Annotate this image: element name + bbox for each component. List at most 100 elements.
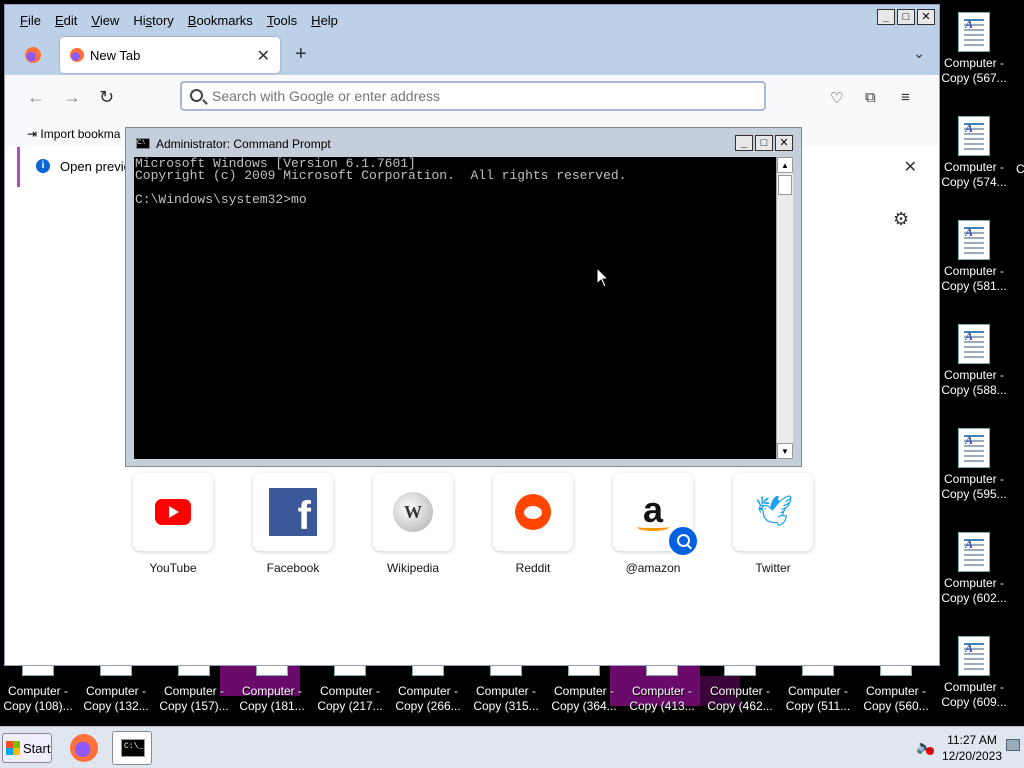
reload-button[interactable]: ↻ [99, 87, 114, 108]
scroll-down-icon[interactable]: ▼ [777, 443, 793, 459]
top-site-reddit[interactable]: Reddit [493, 473, 573, 575]
desktop-icon-label: Computer - [943, 472, 1005, 486]
top-site-label: @amazon [625, 561, 681, 575]
menu-tools[interactable]: Tools [260, 11, 304, 30]
extensions-icon[interactable]: ⧉ [865, 89, 876, 106]
desktop-icon-label: Copy (181... [239, 699, 305, 713]
navigation-toolbar: ← → ↻ ♡ ⧉ ≡ [5, 75, 939, 119]
windows-logo-icon [6, 741, 20, 755]
close-button[interactable]: ✕ [775, 135, 793, 151]
minimize-button[interactable]: _ [877, 9, 895, 25]
cmd-title: Administrator: Command Prompt [156, 137, 331, 151]
menu-view[interactable]: View [84, 11, 126, 30]
desktop-icon[interactable]: Computer - Copy (157)... [159, 666, 229, 714]
top-site-wikipedia[interactable]: W Wikipedia [373, 473, 453, 575]
desktop-icon-label: Computer - [163, 684, 225, 698]
desktop-icon[interactable]: Computer - Copy (266... [393, 666, 463, 714]
document-icon [178, 666, 210, 676]
document-icon [958, 324, 990, 364]
desktop-icon[interactable]: Computer - Copy (181... [237, 666, 307, 714]
cmd-titlebar[interactable]: C:\ Administrator: Command Prompt _ □ ✕ [126, 128, 801, 156]
desktop-icon-label: Computer - [7, 684, 69, 698]
document-icon [490, 666, 522, 676]
desktop-icon[interactable]: Computer - Copy (108)... [3, 666, 73, 714]
taskbar-firefox[interactable] [64, 731, 104, 765]
desktop-icon[interactable]: Computer - Copy (560... [861, 666, 931, 714]
firefox-titlebar: File Edit View History Bookmarks Tools H… [5, 5, 939, 75]
taskbar-cmd[interactable]: C:\_ [112, 731, 152, 765]
desktop-icon-label: Copy (588... [941, 383, 1007, 397]
desktop-icon[interactable]: Computer - Copy (364... [549, 666, 619, 714]
start-label: Start [23, 740, 51, 756]
desktop-icon-label: Copy (602... [941, 591, 1007, 605]
desktop-icon[interactable]: Computer - Copy (581... [939, 220, 1009, 294]
top-site-amazon[interactable]: a @amazon [613, 473, 699, 575]
menu-edit[interactable]: Edit [48, 11, 84, 30]
desktop-icon-label: Copy (413... [629, 699, 695, 713]
document-icon [958, 116, 990, 156]
desktop-icon-label: Computer - [787, 684, 849, 698]
top-site-facebook[interactable]: f Facebook [253, 473, 333, 575]
desktop-icon[interactable]: Computer - Copy (217... [315, 666, 385, 714]
menu-help[interactable]: Help [304, 11, 345, 30]
desktop-icon-label: Copy (132... [83, 699, 149, 713]
desktop-icon[interactable]: Computer - Copy (132... [81, 666, 151, 714]
new-tab-button[interactable]: + [295, 43, 307, 66]
chevron-down-icon[interactable]: ⌄ [913, 45, 925, 62]
desktop-icon[interactable]: Computer - Copy (609... [939, 636, 1009, 710]
scroll-thumb[interactable] [778, 175, 792, 195]
scroll-up-icon[interactable]: ▲ [777, 157, 793, 173]
gear-icon[interactable]: ⚙ [893, 209, 909, 230]
desktop-icon[interactable]: Computer - Copy (595... [939, 428, 1009, 502]
top-site-twitter[interactable]: 🕊 Twitter [733, 473, 813, 575]
close-icon[interactable]: ✕ [904, 157, 917, 177]
minimize-button[interactable]: _ [735, 135, 753, 151]
forward-button[interactable]: → [63, 87, 81, 108]
youtube-icon [155, 499, 191, 525]
desktop-icon-label: Computer - [865, 684, 927, 698]
desktop-icon-label: Copy (266... [395, 699, 461, 713]
desktop-icon[interactable]: Computer - Copy (574... [939, 116, 1009, 190]
scrollbar[interactable]: ▲ ▼ [776, 157, 793, 459]
console-output[interactable]: Microsoft Windows [Version 6.1.7601] Cop… [134, 157, 776, 459]
desktop-icon[interactable]: Computer - Copy (511... [783, 666, 853, 714]
close-icon[interactable]: ✕ [257, 46, 270, 66]
show-desktop-button[interactable] [1006, 739, 1020, 751]
document-icon [412, 666, 444, 676]
maximize-button[interactable]: □ [755, 135, 773, 151]
menu-history[interactable]: History [126, 11, 180, 30]
desktop-icon-label: Computer - [475, 684, 537, 698]
firefox-view-icon[interactable] [25, 47, 41, 63]
desktop-icon-label: Computer - [943, 160, 1005, 174]
tab-new-tab[interactable]: New Tab ✕ [60, 37, 280, 73]
desktop-icon[interactable]: Computer - Copy (413... [627, 666, 697, 714]
maximize-button[interactable]: □ [897, 9, 915, 25]
desktop-icon[interactable]: Computer - Copy (315... [471, 666, 541, 714]
address-input[interactable] [212, 87, 752, 105]
desktop-icon[interactable]: Computer - Copy (602... [939, 532, 1009, 606]
top-site-youtube[interactable]: YouTube [133, 473, 213, 575]
import-bookmarks-button[interactable]: ⇥ Import bookma [27, 127, 120, 141]
system-clock[interactable]: 11:27 AM 12/20/2023 [938, 732, 1006, 764]
menu-bookmarks[interactable]: Bookmarks [181, 11, 260, 30]
desktop-icon[interactable]: Computer - Copy (567... [939, 12, 1009, 86]
url-bar[interactable] [180, 81, 766, 111]
back-button[interactable]: ← [27, 87, 45, 108]
reddit-icon [515, 494, 551, 530]
desktop-icon[interactable]: Computer - Copy (588... [939, 324, 1009, 398]
mouse-cursor-icon [597, 268, 609, 288]
desktop-icon-label: Computer - [553, 684, 615, 698]
desktop-icon-label: Computer - [943, 368, 1005, 382]
desktop-icon-label: Copy (511... [785, 699, 851, 713]
menu-file[interactable]: File [13, 11, 48, 30]
close-button[interactable]: ✕ [917, 9, 935, 25]
start-button[interactable]: Start [2, 733, 52, 763]
desktop-icon-label: Copy (609... [941, 695, 1007, 709]
top-site-label: Facebook [266, 561, 320, 575]
network-error-icon[interactable] [926, 747, 934, 755]
document-icon [880, 666, 912, 676]
menu-icon[interactable]: ≡ [901, 89, 910, 106]
desktop-icon[interactable]: Computer - Copy (462... [705, 666, 775, 714]
desktop-icon-label: Computer - [85, 684, 147, 698]
pocket-icon[interactable]: ♡ [830, 89, 843, 107]
